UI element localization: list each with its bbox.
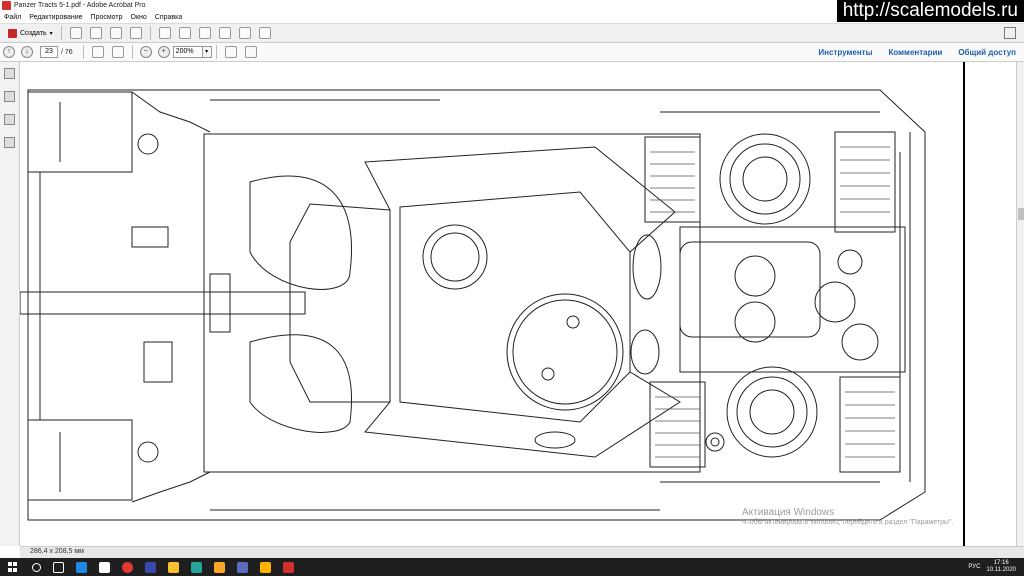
store-icon[interactable] bbox=[99, 561, 110, 573]
page-size: 286,4 x 208,5 мм bbox=[30, 548, 84, 555]
acrobat-taskbar-icon[interactable] bbox=[283, 561, 294, 573]
clock[interactable]: 17:16 10.11.2020 bbox=[986, 560, 1016, 574]
separator bbox=[131, 45, 133, 59]
scrollbar-thumb[interactable] bbox=[1018, 208, 1024, 220]
edge-icon[interactable] bbox=[76, 561, 87, 573]
open-icon[interactable] bbox=[69, 27, 82, 39]
create-label: Создать bbox=[20, 29, 47, 37]
comments-link[interactable]: Комментарии bbox=[888, 48, 942, 57]
create-icon bbox=[8, 28, 17, 38]
select-tool-icon[interactable] bbox=[91, 46, 104, 58]
clock-date: 10.11.2020 bbox=[986, 567, 1016, 573]
menu-view[interactable]: Просмотр bbox=[91, 14, 123, 21]
activation-title: Активация Windows bbox=[742, 507, 835, 518]
save-icon[interactable] bbox=[89, 27, 102, 39]
taskbar: РУС 17:16 10.11.2020 bbox=[0, 558, 1024, 576]
menu-file[interactable]: Файл bbox=[4, 14, 21, 21]
window-title: Panzer Tracts 5-1.pdf - Adobe Acrobat Pr… bbox=[14, 2, 146, 9]
menu-help[interactable]: Справка bbox=[155, 14, 182, 21]
app-icon[interactable] bbox=[260, 561, 271, 573]
language-indicator[interactable]: РУС bbox=[968, 564, 980, 570]
site-watermark: http://scalemodels.ru bbox=[836, 0, 1024, 22]
app-icon[interactable] bbox=[191, 561, 202, 573]
system-tray: РУС 17:16 10.11.2020 bbox=[968, 558, 1016, 576]
windows-start-icon[interactable] bbox=[8, 562, 18, 572]
separator bbox=[82, 45, 84, 59]
settings-icon[interactable] bbox=[158, 27, 171, 39]
zoom-in-icon[interactable]: + bbox=[157, 46, 170, 58]
activation-subtitle: Чтобы активировать Windows, перейдите в … bbox=[742, 519, 954, 526]
app-icon[interactable] bbox=[237, 561, 248, 573]
print-icon[interactable] bbox=[109, 27, 122, 39]
separator bbox=[60, 26, 62, 40]
opera-icon[interactable] bbox=[122, 561, 133, 573]
zoom-input[interactable]: 200% bbox=[172, 46, 203, 58]
export-icon[interactable] bbox=[238, 27, 251, 39]
separator bbox=[149, 26, 151, 40]
email-icon[interactable] bbox=[129, 27, 142, 39]
zoom-dropdown-icon[interactable]: ▾ bbox=[202, 46, 212, 58]
page-number-input[interactable]: 23 bbox=[40, 46, 58, 58]
expand-icon[interactable] bbox=[1004, 27, 1016, 39]
menu-edit[interactable]: Редактирование bbox=[29, 14, 82, 21]
menu-window[interactable]: Окно bbox=[131, 14, 147, 21]
prev-page-icon[interactable]: ↑ bbox=[3, 46, 15, 58]
hand-tool-icon[interactable] bbox=[111, 46, 124, 58]
separator bbox=[215, 45, 217, 59]
highlight-icon[interactable] bbox=[198, 27, 211, 39]
status-bar: 286,4 x 208,5 мм bbox=[20, 546, 1024, 558]
bookmarks-icon[interactable] bbox=[4, 91, 15, 102]
windows-activation-notice: Активация Windows Чтобы активировать Win… bbox=[742, 507, 953, 526]
comment-icon[interactable] bbox=[178, 27, 191, 39]
page-fit-icon[interactable] bbox=[224, 46, 237, 58]
clock-time: 17:16 bbox=[993, 560, 1009, 566]
page-total: / 76 bbox=[61, 48, 73, 56]
signatures-icon[interactable] bbox=[4, 137, 15, 148]
app-icon[interactable] bbox=[145, 561, 156, 573]
task-view-icon[interactable] bbox=[53, 561, 64, 573]
navigation-pane bbox=[0, 62, 20, 546]
document-view[interactable] bbox=[20, 62, 1016, 546]
tank-drawing bbox=[20, 62, 965, 546]
chevron-down-icon: ▾ bbox=[49, 30, 53, 37]
zoom-out-icon[interactable]: − bbox=[139, 46, 152, 58]
tools-link[interactable]: Инструменты bbox=[818, 48, 872, 57]
share-link[interactable]: Общий доступ bbox=[958, 48, 1016, 57]
acrobat-icon bbox=[2, 1, 11, 10]
create-pdf-icon[interactable] bbox=[258, 27, 271, 39]
main-toolbar: Создать ▾ bbox=[0, 23, 1024, 43]
search-icon[interactable] bbox=[32, 562, 41, 572]
right-panel-links: Инструменты Комментарии Общий доступ bbox=[802, 43, 1016, 62]
thumbnails-icon[interactable] bbox=[4, 68, 15, 79]
folder-icon[interactable] bbox=[168, 561, 179, 573]
next-page-icon[interactable]: ↓ bbox=[21, 46, 33, 58]
sign-icon[interactable] bbox=[218, 27, 231, 39]
nav-toolbar: ↑ ↓ 23 / 76 − + 200% ▾ Инструменты Комме… bbox=[0, 43, 1024, 62]
app-icon[interactable] bbox=[214, 561, 225, 573]
vertical-scrollbar[interactable] bbox=[1016, 62, 1024, 546]
create-button[interactable]: Создать ▾ bbox=[4, 26, 57, 40]
attachments-icon[interactable] bbox=[4, 114, 15, 125]
rotate-icon[interactable] bbox=[244, 46, 257, 58]
